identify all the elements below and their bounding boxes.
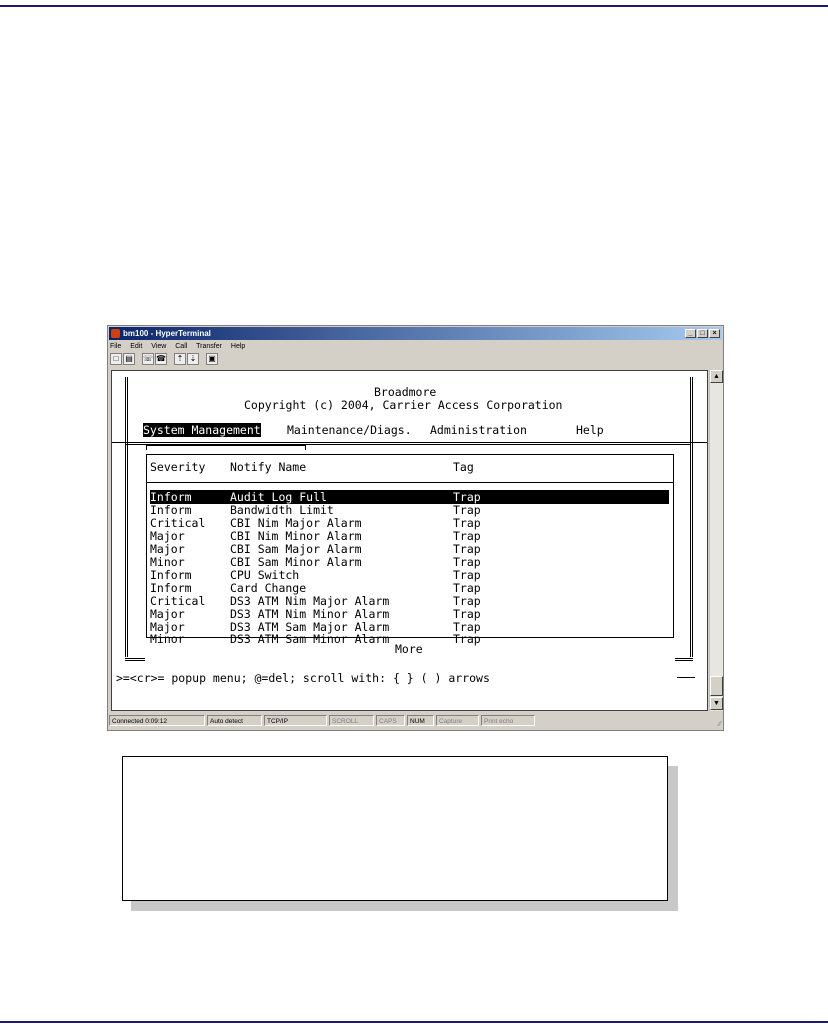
table-row[interactable]: Major CBI Nim Minor Alarm Trap bbox=[150, 529, 481, 543]
terminal-title: Broadmore bbox=[374, 385, 437, 399]
hyperterminal-app-icon bbox=[111, 329, 120, 338]
table-row[interactable]: Inform CPU Switch Trap bbox=[150, 568, 481, 582]
menu-bar: File Edit View Call Transfer Help bbox=[110, 341, 252, 352]
frame-left bbox=[125, 377, 128, 657]
bottom-frame-left bbox=[125, 658, 145, 661]
window-title: bm100 - HyperTerminal bbox=[123, 329, 211, 338]
hyperterminal-window: bm100 - HyperTerminal _ □ × File Edit Vi… bbox=[107, 325, 724, 731]
table-row[interactable]: Minor CBI Sam Minor Alarm Trap bbox=[150, 555, 481, 569]
table-row[interactable]: Major DS3 ATM Nim Minor Alarm Trap bbox=[150, 607, 481, 621]
table-row[interactable]: Inform Audit Log Full Trap bbox=[150, 490, 669, 504]
column-notify-name: Notify Name bbox=[230, 460, 307, 474]
bottom-rule bbox=[0, 1021, 828, 1023]
status-capture: Capture bbox=[436, 715, 479, 726]
menu-help[interactable]: Help bbox=[576, 423, 604, 437]
minimize-button[interactable]: _ bbox=[685, 329, 696, 338]
menu-edit[interactable]: Edit bbox=[130, 343, 142, 350]
menu-system-management[interactable]: System Management bbox=[143, 423, 261, 437]
column-tag: Tag bbox=[453, 460, 474, 474]
menu-separator-right bbox=[690, 442, 707, 443]
more-indicator: More bbox=[394, 642, 424, 656]
table-header-rule bbox=[146, 482, 674, 483]
status-print-echo: Print echo bbox=[481, 715, 535, 726]
open-icon[interactable]: ▤ bbox=[123, 353, 135, 365]
connect-icon[interactable]: ☏ bbox=[142, 353, 154, 365]
properties-icon[interactable]: ▣ bbox=[206, 353, 218, 365]
menu-maintenance-diags[interactable]: Maintenance/Diags. bbox=[287, 423, 412, 437]
table-row[interactable]: Inform Card Change Trap bbox=[150, 581, 481, 595]
send-icon[interactable]: ⇡ bbox=[174, 353, 186, 365]
resize-grip-icon[interactable]: ⁄⁄ bbox=[719, 718, 721, 732]
status-connected: Connected 0:09:12 bbox=[109, 715, 205, 726]
terminal-screen[interactable]: Broadmore Copyright (c) 2004, Carrier Ac… bbox=[111, 370, 708, 711]
new-connection-icon[interactable]: □ bbox=[110, 353, 122, 365]
status-bar: Connected 0:09:12 Auto detect TCP/IP SCR… bbox=[109, 714, 723, 728]
menu-view[interactable]: View bbox=[151, 343, 166, 350]
receive-icon[interactable]: ⇣ bbox=[187, 353, 199, 365]
status-protocol: TCP/IP bbox=[264, 715, 327, 726]
top-rule bbox=[0, 5, 828, 7]
scroll-thumb[interactable] bbox=[710, 676, 723, 696]
menu-administration[interactable]: Administration bbox=[430, 423, 527, 437]
terminal-copyright: Copyright (c) 2004, Carrier Access Corpo… bbox=[244, 398, 563, 412]
menu-separator-left bbox=[112, 442, 125, 443]
dropdown-tab bbox=[146, 445, 306, 450]
status-detect: Auto detect bbox=[207, 715, 262, 726]
status-scroll: SCROLL bbox=[329, 715, 374, 726]
disconnect-icon[interactable]: ☎ bbox=[155, 353, 167, 365]
menu-call[interactable]: Call bbox=[175, 343, 187, 350]
maximize-button[interactable]: □ bbox=[697, 329, 708, 338]
title-bar[interactable]: bm100 - HyperTerminal _ □ × bbox=[109, 327, 722, 340]
bottom-frame-right bbox=[675, 658, 693, 661]
vertical-scrollbar[interactable]: ▲ ▼ bbox=[709, 370, 723, 711]
menu-file[interactable]: File bbox=[110, 343, 121, 350]
table-row[interactable]: Critical DS3 ATM Nim Major Alarm Trap bbox=[150, 594, 481, 608]
table-row[interactable]: Critical CBI Nim Major Alarm Trap bbox=[150, 516, 481, 530]
menu-transfer[interactable]: Transfer bbox=[196, 343, 222, 350]
frame-right bbox=[690, 377, 693, 657]
help-line: >=<cr>= popup menu; @=del; scroll with: … bbox=[116, 671, 490, 685]
status-num: NUM bbox=[407, 715, 434, 726]
menu-help[interactable]: Help bbox=[231, 343, 245, 350]
table-row[interactable]: Minor DS3 ATM Sam Minor Alarm Trap bbox=[150, 632, 481, 646]
scroll-down-icon[interactable]: ▼ bbox=[710, 697, 723, 710]
status-caps: CAPS bbox=[376, 715, 405, 726]
table-row[interactable]: Major CBI Sam Major Alarm Trap bbox=[150, 542, 481, 556]
table-row[interactable]: Inform Bandwidth Limit Trap bbox=[150, 503, 481, 517]
help-line-rule bbox=[677, 677, 695, 678]
scroll-up-icon[interactable]: ▲ bbox=[710, 370, 723, 383]
callout-box bbox=[122, 756, 668, 901]
close-button[interactable]: × bbox=[709, 329, 720, 338]
column-severity: Severity bbox=[150, 460, 206, 474]
